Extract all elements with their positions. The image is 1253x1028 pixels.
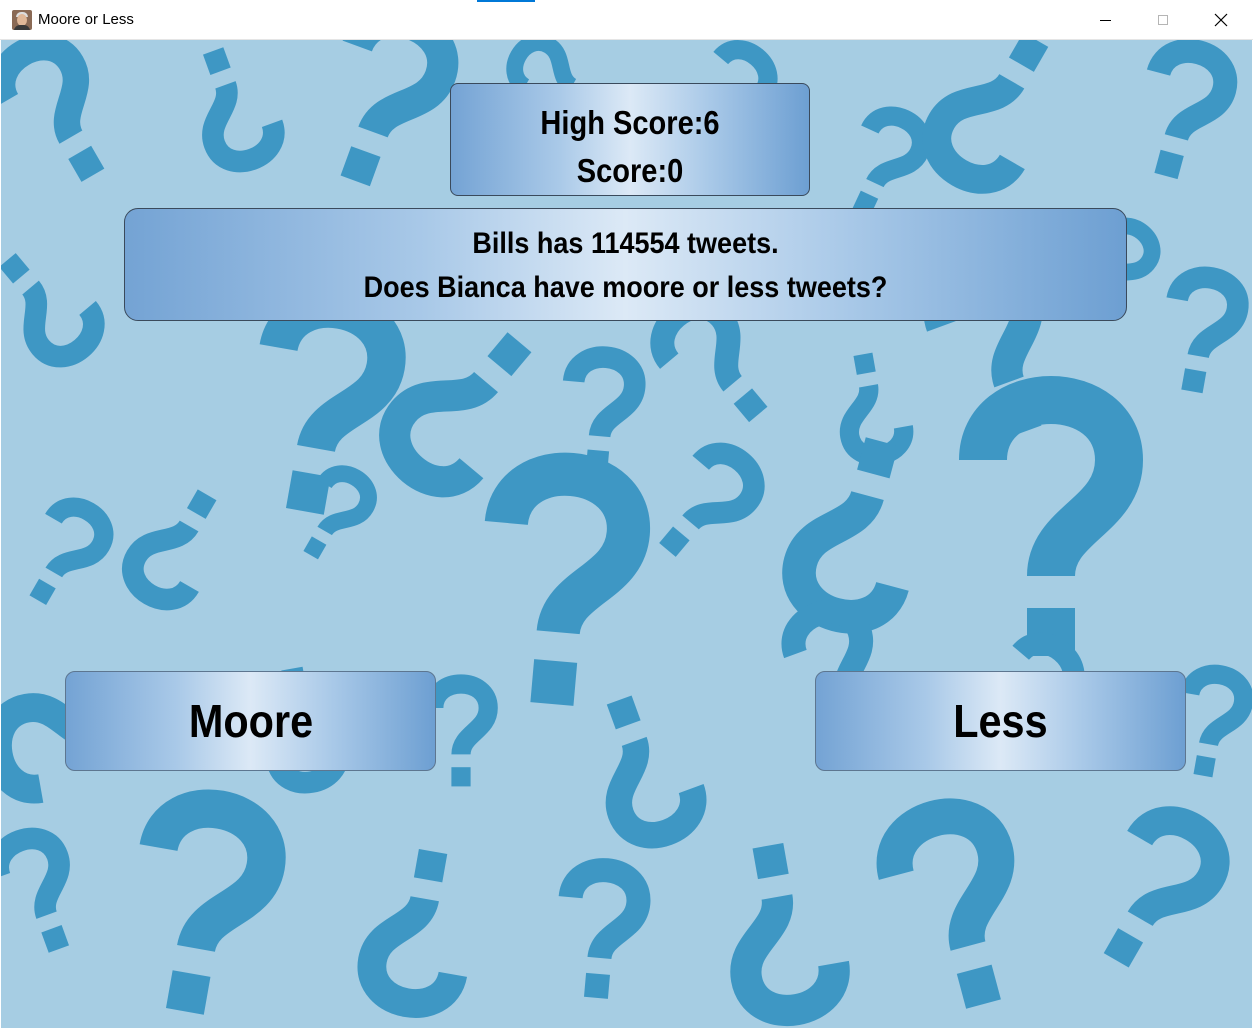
focus-accent-strip	[477, 0, 535, 2]
score-text: Score:0	[576, 152, 684, 189]
moore-button-label: Moore	[188, 695, 313, 747]
score-panel: High Score:6 Score:0	[450, 83, 810, 196]
app-window: Moore or Less High Score:6 Score:0 Bills…	[0, 0, 1253, 1028]
game-area: High Score:6 Score:0 Bills has 114554 tw…	[1, 40, 1252, 1028]
close-icon	[1214, 13, 1228, 27]
question-line-2: Does Bianca have moore or less tweets?	[363, 271, 888, 304]
question-panel: Bills has 114554 tweets. Does Bianca hav…	[124, 208, 1127, 321]
maximize-icon	[1158, 15, 1168, 25]
title-bar[interactable]: Moore or Less	[0, 0, 1253, 40]
high-score-text: High Score:6	[540, 104, 720, 141]
less-button[interactable]: Less	[815, 671, 1186, 771]
moore-button[interactable]: Moore	[65, 671, 436, 771]
app-portrait-icon	[12, 10, 32, 30]
question-line-1: Bills has 114554 tweets.	[472, 227, 779, 260]
close-button[interactable]	[1192, 0, 1250, 40]
less-button-label: Less	[953, 695, 1048, 747]
minimize-icon	[1099, 19, 1111, 21]
minimize-button[interactable]	[1076, 0, 1134, 40]
maximize-button[interactable]	[1134, 0, 1192, 40]
window-title: Moore or Less	[38, 11, 134, 28]
